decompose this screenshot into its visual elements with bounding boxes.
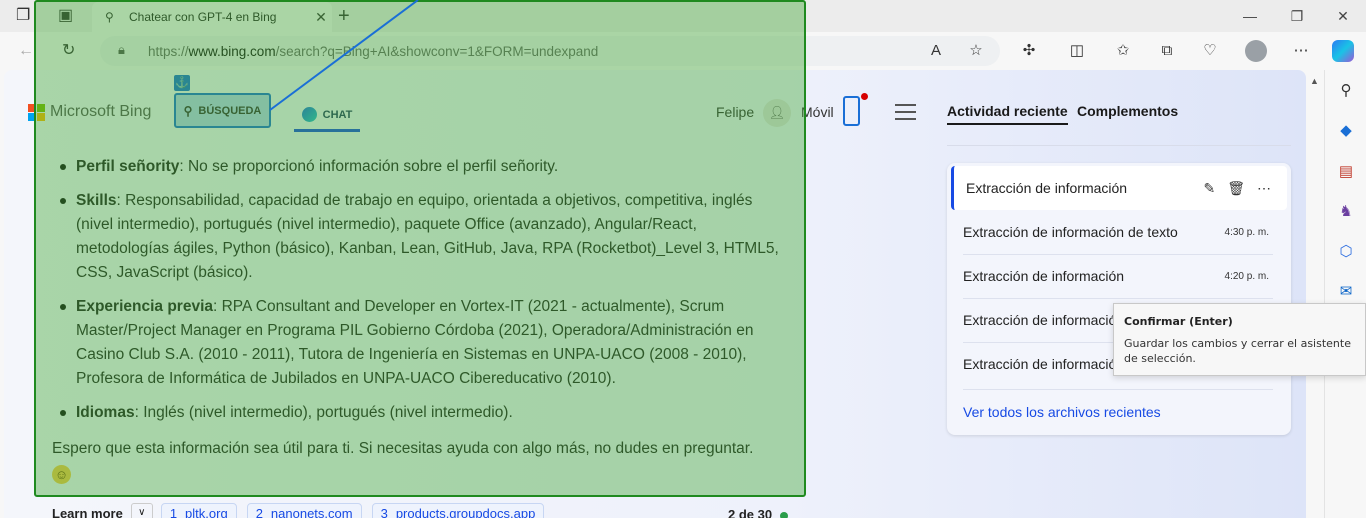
list-item: Skills: Responsabilidad, capacidad de tr… (52, 189, 790, 285)
tooltip: Confirmar (Enter) Guardar los cambios y … (1113, 303, 1366, 376)
edge-sidebar: ⚲ ◆ ▤ ♞ ⬡ ✉ (1324, 70, 1366, 518)
favorite-star-icon[interactable]: ☆ (965, 40, 987, 62)
tab-title: Chatear con GPT-4 en Bing (129, 10, 277, 24)
chat-response: Perfil señority: No se proporcionó infor… (52, 155, 790, 487)
lock-icon: 🔒︎ (118, 42, 125, 57)
recent-item[interactable]: Extracción de información de texto 4:30 … (951, 210, 1287, 254)
user-name[interactable]: Felipe (716, 104, 754, 120)
source-link[interactable]: 3 products.groupdocs.app (371, 503, 545, 518)
restore-icon[interactable]: ❐ (1287, 6, 1307, 26)
copilot-icon[interactable] (1332, 40, 1354, 62)
favorites-icon[interactable]: ✩ (1112, 40, 1134, 62)
tab-recent-activity[interactable]: Actividad reciente (947, 103, 1068, 125)
split-screen-icon[interactable]: ◫ (1066, 40, 1088, 62)
list-item: Experiencia previa: RPA Consultant and D… (52, 295, 790, 391)
learn-more-bar: Learn more ∨ 1 pltk.org 2 nanonets.com 3 pr… (52, 503, 554, 518)
sidebar-search-icon[interactable]: ⚲ (1335, 80, 1357, 102)
recent-activity-list: Extracción de información ✎ 🗑︎ ⋯ Extracc… (947, 163, 1291, 435)
nav-search-tab[interactable]: ⚲ BÚSQUEDA (174, 93, 271, 128)
microsoft365-icon[interactable]: ⬡ (1335, 241, 1357, 263)
tooltip-body: Guardar los cambios y cerrar el asistent… (1124, 337, 1351, 365)
mobile-label[interactable]: Móvil (801, 104, 834, 120)
bing-logo[interactable]: Microsoft Bing (28, 103, 151, 121)
list-item: Perfil señority: No se proporcionó infor… (52, 155, 790, 179)
list-item: Idiomas: Inglés (nivel intermedio), port… (52, 401, 790, 425)
recent-item-label: Extracción de información (966, 180, 1128, 196)
recent-item[interactable]: Extracción de información 4:20 p. m. (951, 254, 1287, 298)
anchor-icon: ⚓ (174, 75, 190, 91)
tab-actions-icon[interactable]: ▣ (58, 6, 73, 26)
browser-tab[interactable]: ⚲ Chatear con GPT-4 en Bing ✕ (92, 2, 332, 32)
user-avatar-icon[interactable]: 👤︎ (763, 99, 791, 127)
extensions-icon[interactable]: ✣ (1018, 40, 1040, 62)
search-icon: ⚲ (105, 10, 114, 24)
recent-item-time: 4:20 p. m. (1224, 270, 1269, 282)
address-bar[interactable]: 🔒︎ https://www.bing.com/search?q=Bing+AI… (100, 36, 1000, 66)
nav-chat-tab[interactable]: CHAT (294, 100, 360, 132)
shopping-tag-icon[interactable]: ◆ (1335, 120, 1357, 142)
minimize-icon[interactable]: — (1240, 6, 1260, 26)
nav-chat-label: CHAT (322, 108, 353, 121)
menu-icon[interactable] (895, 104, 916, 120)
divider (947, 145, 1291, 146)
scrollbar[interactable]: ▲ (1306, 70, 1324, 518)
recent-item-label: Extracción de información (963, 268, 1125, 284)
browser-essentials-icon[interactable]: ♡ (1199, 40, 1221, 62)
phone-icon[interactable] (843, 96, 860, 126)
nav-search-label: BÚSQUEDA (198, 104, 262, 117)
source-link[interactable]: 1 pltk.org (160, 503, 237, 518)
view-all-link[interactable]: Ver todos los archivos recientes (963, 404, 1161, 420)
games-icon[interactable]: ♞ (1335, 201, 1357, 223)
collections-icon[interactable]: ⧉ (1156, 40, 1178, 62)
more-options-icon[interactable]: ⋯ (1257, 180, 1271, 197)
close-window-icon[interactable]: ✕ (1333, 6, 1353, 26)
workspaces-icon[interactable]: ❐ (16, 6, 30, 26)
microsoft-logo-icon (28, 103, 45, 121)
profile-icon[interactable] (1245, 40, 1267, 62)
url-text: https://www.bing.com/search?q=Bing+AI&sh… (148, 44, 599, 59)
closing-text: Espero que esta información sea útil par… (52, 440, 754, 457)
outlook-icon[interactable]: ✉ (1335, 281, 1357, 303)
tools-icon[interactable]: ▤ (1335, 161, 1357, 183)
delete-icon[interactable]: 🗑︎ (1227, 180, 1245, 197)
notification-dot (861, 93, 868, 100)
more-icon[interactable]: ⋯ (1290, 40, 1312, 62)
read-aloud-icon[interactable]: A (925, 40, 947, 62)
refresh-icon[interactable]: ↻ (62, 41, 75, 61)
search-icon: ⚲ (183, 103, 193, 118)
source-link[interactable]: 2 nanonets.com (246, 503, 362, 518)
new-tab-button[interactable]: + (338, 6, 350, 26)
recent-item[interactable]: Extracción de información ✎ 🗑︎ ⋯ (951, 166, 1287, 210)
recent-item-time: 4:30 p. m. (1224, 226, 1269, 238)
brand-name: Microsoft Bing (50, 103, 152, 120)
status-dot (780, 512, 788, 518)
back-icon[interactable]: ← (18, 41, 34, 61)
learn-more-label: Learn more (52, 505, 123, 518)
recent-item-label: Extracción de información de texto (963, 224, 1178, 240)
tooltip-title: Confirmar (Enter) (1124, 315, 1233, 328)
response-count: 2 de 30 (728, 507, 773, 518)
close-tab-icon[interactable]: ✕ (310, 9, 332, 26)
edit-icon[interactable]: ✎ (1203, 180, 1215, 197)
separator (963, 389, 1273, 390)
tab-plugins[interactable]: Complementos (1077, 103, 1178, 119)
scroll-up-icon[interactable]: ▲ (1310, 76, 1319, 86)
chevron-down-icon[interactable]: ∨ (130, 503, 153, 518)
smile-emoji-icon: ☺ (52, 465, 71, 484)
title-bar: ❐ ▣ ⚲ Chatear con GPT-4 en Bing ✕ + — ❐ … (0, 0, 1366, 32)
chat-bubble-icon (301, 107, 317, 122)
